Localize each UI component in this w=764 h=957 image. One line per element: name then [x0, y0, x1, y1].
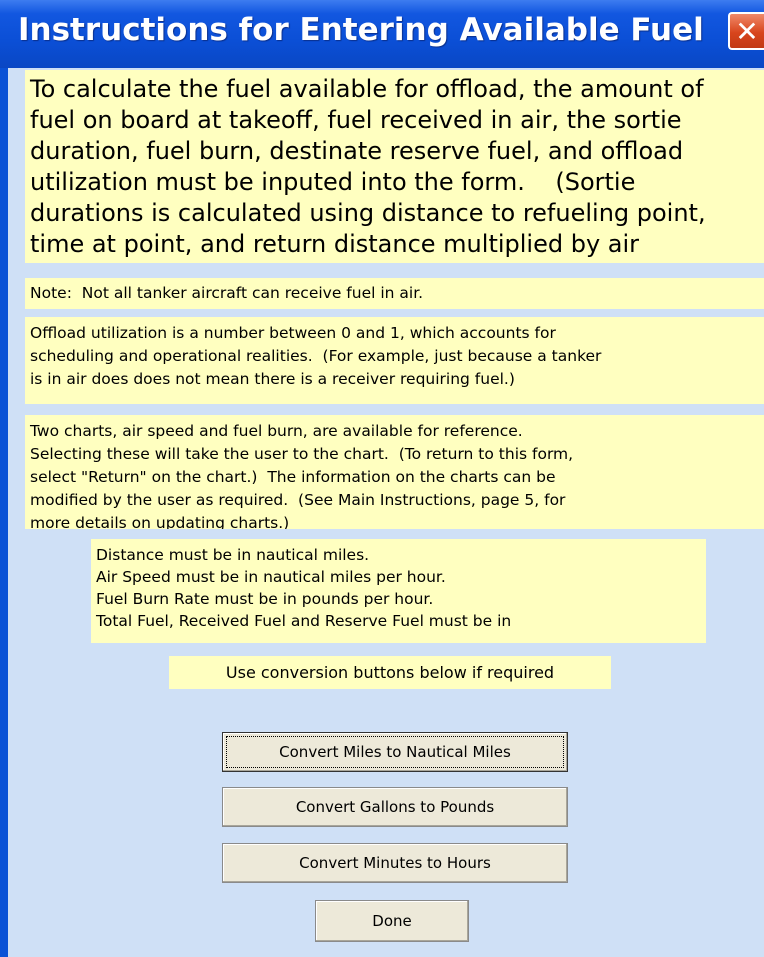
text-line: is in air does does not mean there is a … [30, 370, 515, 388]
text-line: utilization must be inputed into the for… [30, 168, 636, 196]
convert-miles-button[interactable]: Convert Miles to Nautical Miles [222, 732, 568, 772]
offload-utilization-text: Offload utilization is a number between … [25, 317, 764, 404]
close-icon: ✕ [735, 14, 759, 48]
convert-minutes-button[interactable]: Convert Minutes to Hours [222, 843, 568, 883]
text-line: Selecting these will take the user to th… [30, 445, 574, 463]
title-bar[interactable]: Instructions for Entering Available Fuel… [0, 0, 764, 68]
text-line: durations is calculated using distance t… [30, 199, 706, 227]
text-line: modified by the user as required. (See M… [30, 491, 566, 509]
done-button[interactable]: Done [315, 900, 469, 942]
close-button[interactable]: ✕ [728, 12, 764, 50]
charts-info-text: Two charts, air speed and fuel burn, are… [25, 415, 764, 529]
text-line: scheduling and operational realities. (F… [30, 347, 602, 365]
conversion-hint: Use conversion buttons below if required [169, 656, 611, 689]
text-line: Fuel Burn Rate must be in pounds per hou… [96, 590, 434, 608]
text-line: more details on updating charts.) [30, 514, 290, 529]
dialog-client-area: To calculate the fuel available for offl… [8, 68, 764, 957]
text-line: Two charts, air speed and fuel burn, are… [30, 422, 523, 440]
text-line: Distance must be in nautical miles. [96, 546, 370, 564]
text-line: To calculate the fuel available for offl… [30, 75, 704, 103]
convert-gallons-button[interactable]: Convert Gallons to Pounds [222, 787, 568, 827]
text-line: Offload utilization is a number between … [30, 324, 556, 342]
text-line: fuel on board at takeoff, fuel received … [30, 106, 682, 134]
dialog-window: Instructions for Entering Available Fuel… [0, 0, 764, 957]
note-line: Note: Not all tanker aircraft can receiv… [30, 284, 424, 302]
text-line: Air Speed must be in nautical miles per … [96, 568, 446, 586]
note-text: Note: Not all tanker aircraft can receiv… [25, 278, 764, 309]
text-line: duration, fuel burn, destinate reserve f… [30, 137, 684, 165]
text-line: select "Return" on the chart.) The infor… [30, 468, 556, 486]
text-line: time at point, and return distance multi… [30, 230, 640, 258]
units-requirements-text: Distance must be in nautical miles. Air … [91, 539, 706, 643]
text-line: Total Fuel, Received Fuel and Reserve Fu… [96, 612, 512, 630]
window-title: Instructions for Entering Available Fuel [18, 12, 704, 48]
main-instructions-text: To calculate the fuel available for offl… [25, 70, 764, 263]
